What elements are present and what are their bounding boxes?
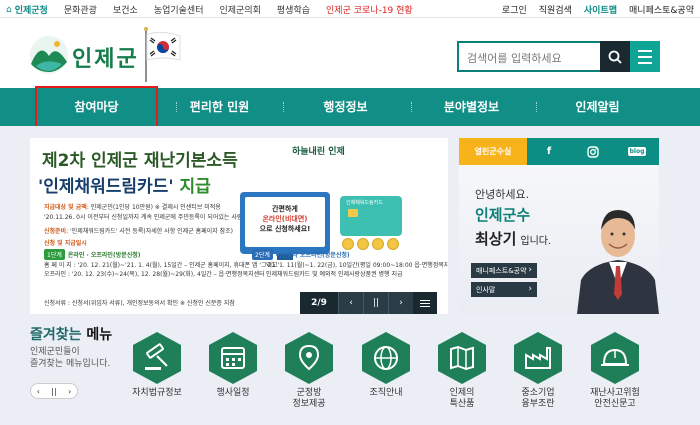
- quick-item-label: 재난사고위험 안전신문고: [590, 388, 640, 409]
- quick-item-events[interactable]: 행사일정: [198, 330, 268, 420]
- quick-item-label: 중소기업 융부조란: [521, 388, 555, 409]
- banner-text: '20.11.26. 0시 이전부터 신청일까지 계속 인제군에 주민등록이 되…: [44, 214, 243, 221]
- sitemap-link[interactable]: 사이트맵: [584, 3, 617, 16]
- quick-item-label: 자치법규정보: [132, 388, 182, 398]
- quick-prev-button[interactable]: ‹: [37, 387, 40, 396]
- globe-icon: [362, 332, 410, 384]
- quick-item-label: 행사일정: [216, 388, 250, 398]
- all-menu-button[interactable]: [630, 41, 660, 72]
- nav-civil-service[interactable]: 편리한 민원: [158, 88, 281, 126]
- quick-next-button[interactable]: ›: [68, 387, 71, 396]
- link-county-council[interactable]: 인제군의회: [220, 3, 261, 16]
- site-logo[interactable]: 인제군: [28, 32, 140, 82]
- mayor-name: 최상기 입니다.: [475, 230, 552, 248]
- korean-flag-icon: [144, 27, 181, 82]
- home-icon[interactable]: ⌂: [6, 5, 12, 15]
- nav-notices[interactable]: 인제알림: [536, 88, 659, 126]
- main-banner[interactable]: 제2차 인제군 재난기본소득 '인제채워드림카드' 지급 하늘내린 인제 지급대…: [30, 138, 448, 314]
- banner-next-button[interactable]: ›: [388, 292, 413, 314]
- search-button[interactable]: [600, 41, 630, 72]
- mayor-panel: 열린군수실 f blog 안녕하세요. 인제군수 최상기 입니다. 매니페스트&공…: [459, 138, 659, 314]
- facebook-icon[interactable]: f: [527, 138, 571, 165]
- quick-item-county-info[interactable]: 군정방 정보제공: [274, 330, 344, 420]
- banner-text: 인제채워드림카드 및 예외적 인제사랑상품권 병행 지급: [266, 271, 403, 278]
- monitor-illustration: 간편하게 온라인(비대면) 으로 신청하세요!: [240, 192, 330, 260]
- logo-mountain-icon: [30, 36, 68, 74]
- location-pin-icon: [285, 332, 333, 384]
- tab-open-mayor-office[interactable]: 열린군수실: [459, 138, 527, 165]
- manifesto-button[interactable]: 매니페스트&공약: [471, 263, 537, 278]
- header: 인제군 검색어를 입력하세요: [0, 18, 700, 88]
- search-icon: [608, 50, 622, 64]
- mayor-portrait: [577, 210, 659, 314]
- quick-item-local-laws[interactable]: 자치법규정보: [122, 330, 192, 420]
- stage1-header: 1단계 온라인 · 오프라인(방문신청): [44, 249, 141, 260]
- banner-logo: 하늘내린 인제: [292, 147, 345, 157]
- mayor-title: 인제군수: [475, 206, 531, 224]
- banner-pager: 2/9: [300, 292, 338, 314]
- quick-item-sme-support[interactable]: 중소기업 융부조란: [503, 330, 573, 420]
- mayor-greeting: 안녕하세요.: [475, 188, 530, 201]
- hamburger-icon: [638, 49, 652, 52]
- banner-text: 홈 페 이 지 : '20. 12. 21(월)~'21. 1. 4(월), 1…: [44, 262, 280, 269]
- search-input[interactable]: 검색어를 입력하세요: [457, 41, 601, 72]
- quick-item-label: 조직안내: [369, 388, 403, 398]
- gavel-icon: [133, 332, 181, 384]
- utility-bar: ⌂ 인제군청 문화관광 보건소 농업기술센터 인제군의회 평생학습 인제군 코로…: [0, 0, 700, 18]
- quick-menu-description: 인제군민들이 즐겨찾는 메뉴입니다.: [30, 347, 111, 369]
- banner-pause-button[interactable]: ||: [363, 292, 388, 314]
- link-county-office[interactable]: 인제군청: [15, 3, 48, 16]
- banner-subtitle: '인제채워드림카드' 지급: [38, 177, 211, 197]
- card-illustration: 인제채워드림카드: [340, 196, 402, 236]
- quick-item-organization[interactable]: 조직안내: [351, 330, 421, 420]
- quick-item-label: 인제의 특산품: [449, 388, 475, 409]
- factory-icon: [514, 332, 562, 384]
- map-icon: [438, 332, 486, 384]
- banner-prev-button[interactable]: ‹: [338, 292, 363, 314]
- stage2-header: 2단계 미신청자 오프라인(방문신청): [252, 249, 350, 260]
- list-icon: [420, 299, 430, 301]
- quick-item-safety-report[interactable]: 재난사고위험 안전신문고: [580, 330, 650, 420]
- nav-field-info[interactable]: 분야별정보: [410, 88, 533, 126]
- banner-text: 지급대상 및 금액: 인제군민(1인당 10만원) ※ 결제시 인센티브 미적용: [44, 204, 221, 211]
- quick-menu-title: 즐겨찾는 메뉴: [30, 327, 113, 343]
- banner-controls: 2/9 ‹ || ›: [300, 292, 437, 314]
- coins-illustration: [342, 238, 399, 250]
- banner-text: 신청 및 지급일시: [44, 240, 87, 247]
- blog-icon[interactable]: blog: [615, 138, 659, 165]
- nav-focus-highlight: [35, 86, 158, 130]
- utility-links: 로그인 직원검색 사이트맵 매니페스토&공약: [490, 3, 694, 16]
- manifesto-link[interactable]: 매니페스토&공약: [629, 3, 694, 16]
- calendar-icon: [209, 332, 257, 384]
- staff-search-link[interactable]: 직원검색: [539, 3, 572, 16]
- link-agri-center[interactable]: 농업기술센터: [154, 3, 204, 16]
- greeting-button[interactable]: 인사말: [471, 282, 537, 297]
- banner-list-button[interactable]: [413, 292, 437, 314]
- link-culture-tourism[interactable]: 문화관광: [64, 3, 97, 16]
- quick-pause-button[interactable]: ||: [51, 387, 56, 396]
- banner-text: 신청준비: '인제채워드림카드' 사전 등록(자세한 사항 인제군 홈페이지 참…: [44, 228, 233, 235]
- logo-text: 인제군: [72, 47, 139, 72]
- quick-menu-controls: ‹ || ›: [30, 383, 78, 399]
- quick-item-label: 군정방 정보제공: [292, 388, 326, 409]
- helmet-icon: [591, 332, 639, 384]
- family-site-links: ⌂ 인제군청 문화관광 보건소 농업기술센터 인제군의회 평생학습 인제군 코로…: [6, 3, 429, 17]
- nav-admin-info[interactable]: 행정정보: [284, 88, 407, 126]
- instagram-icon[interactable]: [571, 138, 615, 165]
- banner-title: 제2차 인제군 재난기본소득: [42, 151, 238, 171]
- link-lifelong-learning[interactable]: 평생학습: [277, 3, 310, 16]
- banner-text: '21. 1. 11(월)~1. 22(금), 10일간(평일 09:00~18…: [266, 262, 448, 269]
- banner-text: 오프라인 : '20. 12. 23(수)~24(목), 12. 28(월)~2…: [44, 271, 265, 278]
- banner-text: 신청서류 : 신청서(위임자 서류), 개인정보동의서 확인 ※ 신청인 신분증…: [44, 300, 235, 307]
- link-health-center[interactable]: 보건소: [113, 3, 138, 16]
- mayor-tabs: 열린군수실 f blog: [459, 138, 659, 165]
- link-covid-status[interactable]: 인제군 코로나-19 현황: [326, 3, 413, 16]
- quick-item-specialties[interactable]: 인제의 특산품: [427, 330, 497, 420]
- login-link[interactable]: 로그인: [502, 3, 527, 16]
